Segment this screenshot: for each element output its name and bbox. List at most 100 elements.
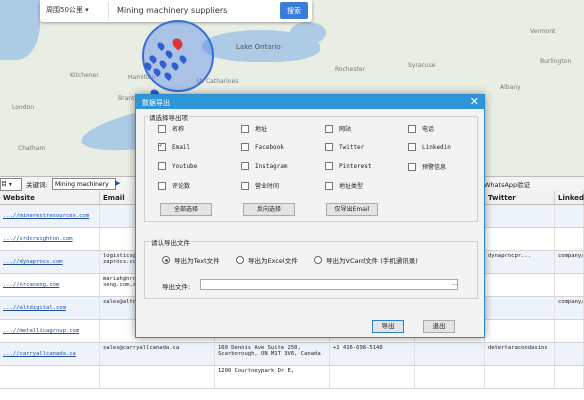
cell-email [100,366,215,388]
cell-linkedin: company/... [555,251,584,273]
view-dropdown[interactable]: 目 ▾ [0,178,22,191]
export-dialog: 数据导出 ✕ 请选择导出项 名称 地址 网站 电话 Email Facebook Twitt… [135,94,485,338]
checkbox-icon[interactable] [158,181,166,190]
close-icon[interactable]: ✕ [470,95,479,109]
export-field-label: 地址 [255,126,268,133]
export-field-option[interactable]: 地址 [241,124,267,133]
cell-linkedin [555,274,584,296]
browse-button[interactable]: ... [452,280,458,287]
cell-extra [415,366,485,388]
radio-selected-icon[interactable] [162,256,170,264]
cell-linkedin [555,228,584,250]
cell-address: 1200 Courtneypark Dr E, [215,366,330,388]
export-format-label: 导出为VCard文件 (手机通讯录) [326,257,418,265]
radius-select[interactable]: 周围50公里 ▾ [46,5,89,15]
checkbox-icon[interactable] [241,181,249,190]
invert-selection-button[interactable]: 反向选择 [243,203,295,216]
export-format-label: 导出为Excel文件 [248,257,298,265]
export-path-input[interactable] [200,279,458,290]
cell-website[interactable]: ...//srdcreighton.com [0,228,100,250]
cell-twitter: dynaprocpr... [485,251,555,273]
dialog-title: 数据导出 [142,99,170,107]
export-field-option[interactable]: Linkedin [408,143,451,151]
export-format-option[interactable]: 导出为Excel文件 [236,255,298,265]
export-field-option[interactable]: Facebook [241,143,284,151]
column-header-website[interactable]: Website [0,191,100,205]
cell-phone [330,366,415,388]
checkbox-icon[interactable] [408,143,416,151]
cell-website[interactable]: ...//minerestresources.com [0,205,100,227]
export-field-option[interactable]: Email [158,141,190,151]
export-field-option[interactable]: 预警信息 [408,162,446,171]
cell-website[interactable]: ...//dynaprocs.com [0,251,100,273]
map-search-bar: 周围50公里 ▾ 搜索 [40,0,317,22]
exit-button[interactable]: 退出 [423,320,455,333]
dialog-title-bar[interactable]: 数据导出 ✕ [136,95,484,109]
checkbox-icon[interactable] [241,124,249,133]
checkbox-icon[interactable] [325,124,333,133]
map-label-london: London [12,104,34,111]
export-field-label: 地址类型 [339,183,364,190]
export-format-group-title: 请认导出文件 [150,237,191,247]
export-field-label: Pinterest [339,162,372,170]
checkbox-icon[interactable] [158,162,166,170]
only-email-button[interactable]: 仅导出Email [326,203,378,216]
export-field-option[interactable]: 名称 [158,124,184,133]
export-field-label: Facebook [255,143,284,151]
checkbox-icon[interactable] [325,181,333,190]
table-row[interactable]: 1200 Courtneypark Dr E, [0,366,584,389]
keyword-label: 关键词: [26,181,48,189]
export-field-option[interactable]: 营业时间 [241,181,279,190]
export-field-label: 营业时间 [255,183,280,190]
table-row[interactable]: ...//carryallcanada.ca sales@carryallcana… [0,343,584,366]
export-path-label: 导出文件: [162,283,191,291]
radio-icon[interactable] [314,256,322,264]
cell-email: sales@carryallcanada.ca [100,343,215,365]
export-field-option[interactable]: 地址类型 [325,181,363,190]
cell-linkedin [555,320,584,342]
cell-linkedin [555,343,584,365]
cell-linkedin: company/... [555,297,584,319]
export-format-option[interactable]: 导出为Text文件 [162,255,220,265]
export-field-label: Twitter [339,143,365,151]
cell-twitter [485,366,555,388]
checkbox-icon[interactable] [325,162,333,170]
select-all-button[interactable]: 全部选择 [160,203,212,216]
cell-website[interactable]: ...//carryallcanada.ca [0,343,100,365]
checkbox-icon[interactable] [408,162,416,171]
cell-website[interactable] [0,366,100,388]
cell-linkedin [555,205,584,227]
cell-twitter [485,320,555,342]
cell-twitter [485,205,555,227]
play-icon[interactable]: ▶ [115,179,120,187]
export-field-option[interactable]: Youtube [158,162,197,170]
whatsapp-verify-button[interactable]: WhatsApp验证 [484,179,530,189]
checkbox-icon[interactable] [408,124,416,133]
cell-website[interactable]: ...//nrcaseng.com [0,274,100,296]
checkbox-icon[interactable] [241,162,249,170]
column-header-twitter[interactable]: Twitter [485,191,555,205]
export-field-option[interactable]: 评论数 [158,181,190,190]
checkbox-icon[interactable] [158,124,166,133]
export-field-option[interactable]: Instagram [241,162,288,170]
checkbox-checked-icon[interactable] [158,141,166,151]
map-label-albany: Albany [500,84,521,91]
column-header-linkedin[interactable]: Linkedin [555,191,584,205]
export-field-option[interactable]: 电话 [408,124,434,133]
cell-website[interactable]: ...//altdigital.com [0,297,100,319]
export-field-option[interactable]: 网站 [325,124,351,133]
checkbox-icon[interactable] [241,143,249,151]
checkbox-icon[interactable] [325,143,333,151]
export-field-label: 预警信息 [422,164,447,171]
search-button[interactable]: 搜索 [280,2,308,19]
export-field-option[interactable]: Twitter [325,143,364,151]
cell-twitter [485,297,555,319]
radio-icon[interactable] [236,256,244,264]
export-format-label: 导出为Text文件 [174,257,220,265]
export-field-label: 网站 [339,126,352,133]
export-button[interactable]: 导出 [372,320,404,333]
export-format-option[interactable]: 导出为VCard文件 (手机通讯录) [314,255,418,265]
cell-website[interactable]: ...//metallicagroup.com [0,320,100,342]
keyword-field[interactable] [52,178,116,190]
export-field-option[interactable]: Pinterest [325,162,372,170]
